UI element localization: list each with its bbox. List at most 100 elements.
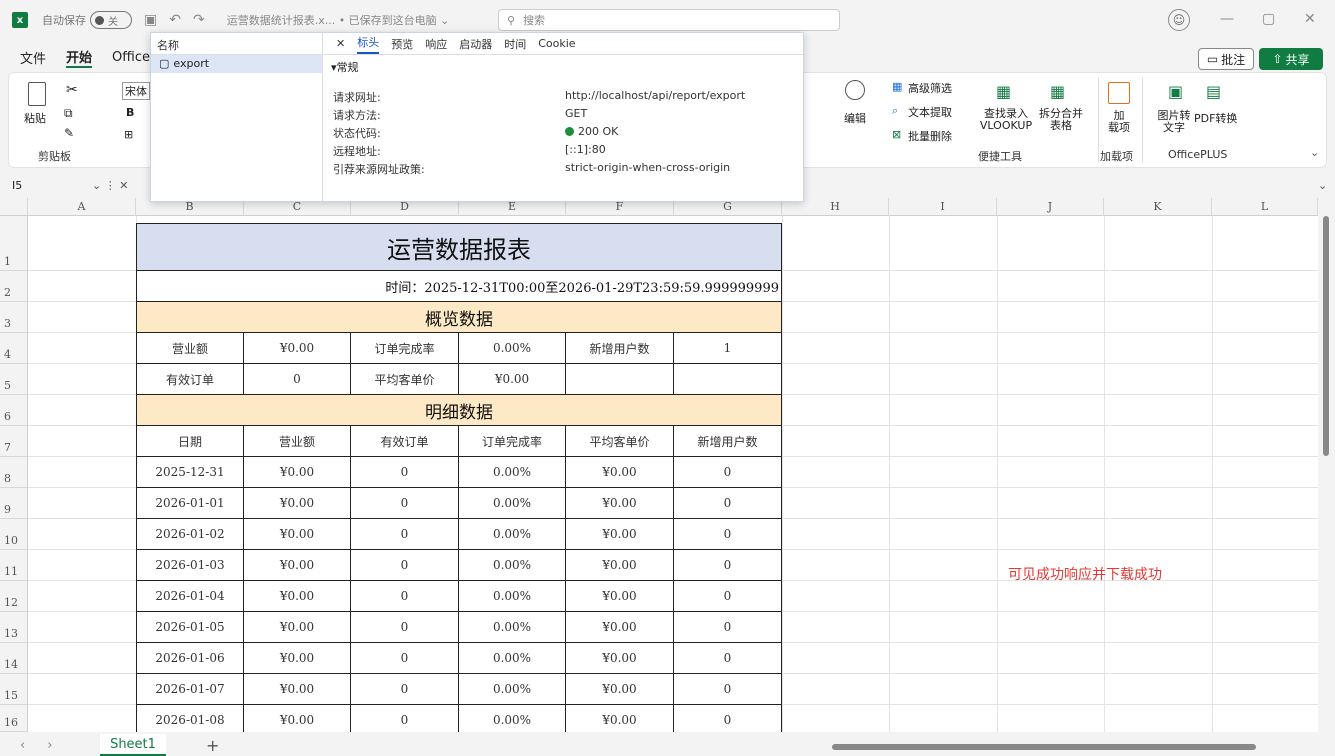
- row-header[interactable]: 13: [0, 612, 28, 643]
- table-cell[interactable]: 有效订单: [136, 364, 244, 395]
- table-cell[interactable]: [566, 364, 674, 395]
- batch-delete-button[interactable]: 批量删除: [908, 128, 952, 144]
- table-cell[interactable]: ¥0.00: [566, 643, 674, 674]
- name-box-dropdown-icon[interactable]: ⌄ ⋮ ✕: [92, 179, 128, 192]
- report-title[interactable]: 运营数据报表: [136, 223, 782, 271]
- table-cell[interactable]: ¥0.00: [566, 581, 674, 612]
- redo-icon[interactable]: ↷: [193, 12, 205, 28]
- table-cell[interactable]: ¥0.00: [244, 519, 351, 550]
- close-details-icon[interactable]: ✕: [336, 37, 345, 50]
- row-header[interactable]: 8: [0, 457, 28, 488]
- search-box[interactable]: ⚲ 搜索: [498, 9, 840, 31]
- row-header[interactable]: 4: [0, 333, 28, 364]
- table-cell[interactable]: 0: [674, 581, 782, 612]
- table-cell[interactable]: 0: [351, 705, 459, 732]
- table-cell[interactable]: ¥0.00: [244, 705, 351, 732]
- bold-button[interactable]: B: [126, 106, 134, 119]
- table-cell[interactable]: 0: [674, 705, 782, 732]
- split-merge-button[interactable]: 拆分合并 表格: [1036, 108, 1086, 132]
- table-cell[interactable]: ¥0.00: [566, 488, 674, 519]
- tab-timing[interactable]: 时间: [504, 36, 526, 52]
- autosave-toggle[interactable]: 关: [90, 11, 132, 29]
- table-cell[interactable]: ¥0.00: [244, 550, 351, 581]
- table-cell[interactable]: ¥0.00: [566, 674, 674, 705]
- row-header[interactable]: 11: [0, 550, 28, 581]
- table-cell[interactable]: 0: [674, 550, 782, 581]
- restore-icon[interactable]: ▢: [1262, 11, 1275, 27]
- table-cell[interactable]: 2026-01-05: [136, 612, 244, 643]
- row-header[interactable]: 14: [0, 643, 28, 674]
- comment-button[interactable]: ▭ 批注: [1198, 48, 1254, 70]
- request-item[interactable]: ▢ export: [151, 55, 322, 73]
- advanced-filter-button[interactable]: 高级筛选: [908, 80, 952, 96]
- copy-icon[interactable]: ⧉: [64, 106, 73, 121]
- ribbon-collapse-icon[interactable]: ⌄: [1310, 146, 1319, 159]
- table-cell[interactable]: ¥0.00: [566, 705, 674, 732]
- table-cell[interactable]: ¥0.00: [244, 581, 351, 612]
- table-cell[interactable]: 2025-12-31: [136, 457, 244, 488]
- table-cell[interactable]: 0: [674, 674, 782, 705]
- row-header[interactable]: 7: [0, 426, 28, 457]
- row-header[interactable]: 2: [0, 271, 28, 302]
- close-icon[interactable]: ✕: [1304, 11, 1316, 27]
- table-cell[interactable]: ¥0.00: [244, 612, 351, 643]
- vertical-scroll-thumb[interactable]: [1323, 216, 1329, 456]
- table-cell[interactable]: 0: [674, 643, 782, 674]
- font-name-select[interactable]: 宋体: [122, 82, 150, 100]
- spreadsheet-grid[interactable]: A B C D E F G H I J K L 1 2 3 4 5 6 7 8 …: [0, 198, 1335, 732]
- cut-icon[interactable]: ✂: [66, 82, 78, 98]
- account-avatar-icon[interactable]: ☺: [1168, 9, 1190, 31]
- row-header[interactable]: 1: [0, 216, 28, 271]
- table-cell[interactable]: 0: [351, 488, 459, 519]
- table-cell[interactable]: 0.00%: [459, 333, 566, 364]
- row-header[interactable]: 5: [0, 364, 28, 395]
- minimize-icon[interactable]: —: [1220, 11, 1234, 27]
- text-extract-button[interactable]: 文本提取: [908, 104, 952, 120]
- prev-sheet-icon[interactable]: ‹: [20, 738, 25, 753]
- general-section-toggle[interactable]: ▾常规: [331, 59, 359, 75]
- save-icon[interactable]: ▣: [144, 12, 157, 28]
- table-cell[interactable]: 平均客单价: [351, 364, 459, 395]
- row-header[interactable]: 6: [0, 395, 28, 426]
- field-value[interactable]: strict-origin-when-cross-origin: [565, 161, 730, 174]
- table-cell[interactable]: 0: [351, 674, 459, 705]
- horizontal-scroll-thumb[interactable]: [832, 744, 1256, 750]
- row-header[interactable]: 12: [0, 581, 28, 612]
- table-cell[interactable]: 2026-01-01: [136, 488, 244, 519]
- column-title[interactable]: 订单完成率: [459, 426, 566, 457]
- row-header[interactable]: 9: [0, 488, 28, 519]
- table-cell[interactable]: 2026-01-08: [136, 705, 244, 732]
- table-cell[interactable]: 0: [351, 519, 459, 550]
- detail-header[interactable]: 明细数据: [136, 395, 782, 426]
- table-cell[interactable]: 0: [674, 457, 782, 488]
- column-header[interactable]: L: [1212, 198, 1318, 216]
- menu-home[interactable]: 开始: [66, 47, 93, 68]
- table-cell[interactable]: 0: [244, 364, 351, 395]
- vertical-scrollbar[interactable]: [1318, 198, 1335, 732]
- menu-file[interactable]: 文件: [20, 48, 46, 67]
- table-cell[interactable]: 新增用户数: [566, 333, 674, 364]
- vlookup-button[interactable]: 查找录入 VLOOKUP: [976, 108, 1036, 132]
- table-cell[interactable]: 2026-01-04: [136, 581, 244, 612]
- edit-button[interactable]: 编辑: [844, 110, 866, 126]
- table-cell[interactable]: 0.00%: [459, 519, 566, 550]
- table-cell[interactable]: 0.00%: [459, 488, 566, 519]
- pdf-convert-button[interactable]: PDF转换: [1194, 110, 1237, 126]
- paste-button[interactable]: 粘贴: [24, 110, 46, 126]
- name-box[interactable]: I5: [12, 179, 92, 192]
- formula-expand-icon[interactable]: ⌄: [1318, 179, 1327, 192]
- field-value[interactable]: http://localhost/api/report/export: [565, 89, 745, 102]
- img-to-text-button[interactable]: 图片转 文字: [1154, 110, 1194, 134]
- column-header[interactable]: J: [997, 198, 1104, 216]
- tab-preview[interactable]: 预览: [391, 36, 413, 52]
- annotation-note[interactable]: 可见成功响应并下载成功: [1008, 564, 1162, 584]
- table-cell[interactable]: 0: [351, 581, 459, 612]
- next-sheet-icon[interactable]: ›: [47, 738, 52, 753]
- status-value[interactable]: 200 OK: [565, 125, 618, 138]
- tab-initiator[interactable]: 启动器: [459, 36, 492, 52]
- column-header[interactable]: A: [28, 198, 136, 216]
- table-cell[interactable]: ¥0.00: [566, 457, 674, 488]
- column-header[interactable]: K: [1104, 198, 1212, 216]
- table-cell[interactable]: 0.00%: [459, 674, 566, 705]
- sheet-tab[interactable]: Sheet1: [100, 734, 166, 756]
